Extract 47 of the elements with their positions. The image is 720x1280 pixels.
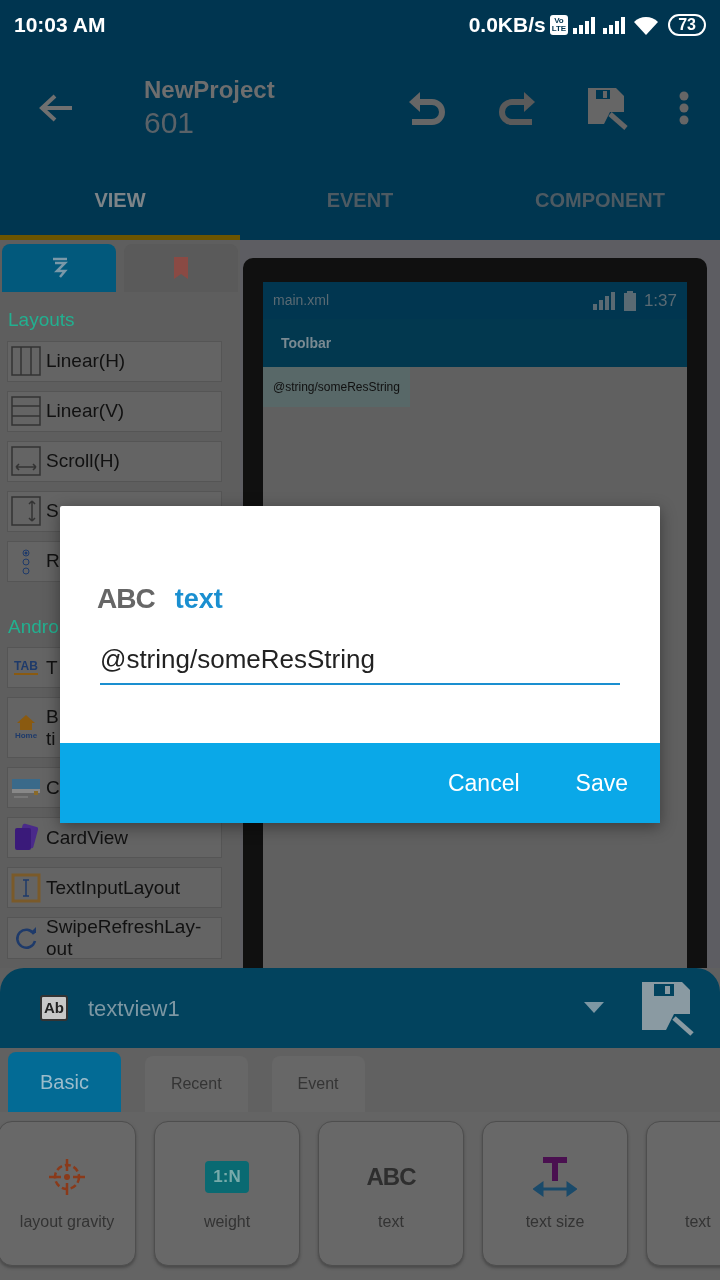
preview-textview[interactable]: @string/someResString [263,367,410,407]
section-title: Andro [7,614,60,639]
palette-item[interactable]: SwipeRefreshLay-out [7,917,222,959]
wifi-icon [632,14,661,36]
linear-horizontal-icon [11,346,41,376]
tab[interactable]: EVENT [240,165,480,235]
dropdown-caret-icon[interactable] [584,1002,604,1014]
palette-item[interactable]: TextInputLayout [7,867,222,908]
palette-item[interactable]: Linear(V) [7,390,222,432]
palette-item[interactable]: Scroll(H) [7,440,222,482]
dialog-title: text [174,582,223,616]
dialog-button[interactable]: Save [555,757,648,809]
back-icon[interactable] [38,92,74,123]
preview-toolbar: Toolbar [263,319,687,367]
tab[interactable]: COMPONENT [480,165,720,235]
text-size-icon [533,1155,577,1199]
ratio-icon: 1:N [205,1161,249,1193]
preview-time: 1:37 [643,289,677,312]
project-title: NewProject [144,74,275,105]
save-icon[interactable] [640,980,696,1036]
network-speed: 0.0KB/s [468,12,546,39]
textview-icon: Ab [40,994,68,1022]
tab[interactable]: VIEW [0,165,240,235]
section-title: Layouts [7,308,76,332]
palette-item[interactable]: Linear(H) [7,340,222,382]
widget-selector[interactable]: textview1 [88,991,180,1025]
palette-tab[interactable] [2,244,116,292]
house-icon [17,713,35,730]
dialog-button[interactable]: Cancel [427,757,540,809]
radio-group-icon [21,547,31,575]
icon-caption: Home [14,729,38,742]
text-icon: ABC [366,1159,416,1195]
battery-indicator: 73 [668,14,706,36]
battery-icon [623,290,636,311]
text-input-icon [11,872,41,903]
vertical-scroll-icon [11,496,41,526]
horizontal-scroll-icon [11,446,41,476]
property-tab[interactable]: Basic [8,1052,121,1112]
project-id: 601 [144,104,196,141]
save-icon[interactable] [586,85,630,130]
signal-icon [591,290,616,311]
more-icon[interactable] [678,89,690,126]
file-name: main.xml [273,291,329,310]
text-icon: ABC [97,578,155,620]
status-time: 10:03 AM [14,12,106,39]
linear-vertical-icon [11,396,41,426]
volte-badge: Vo LTE [549,15,569,35]
